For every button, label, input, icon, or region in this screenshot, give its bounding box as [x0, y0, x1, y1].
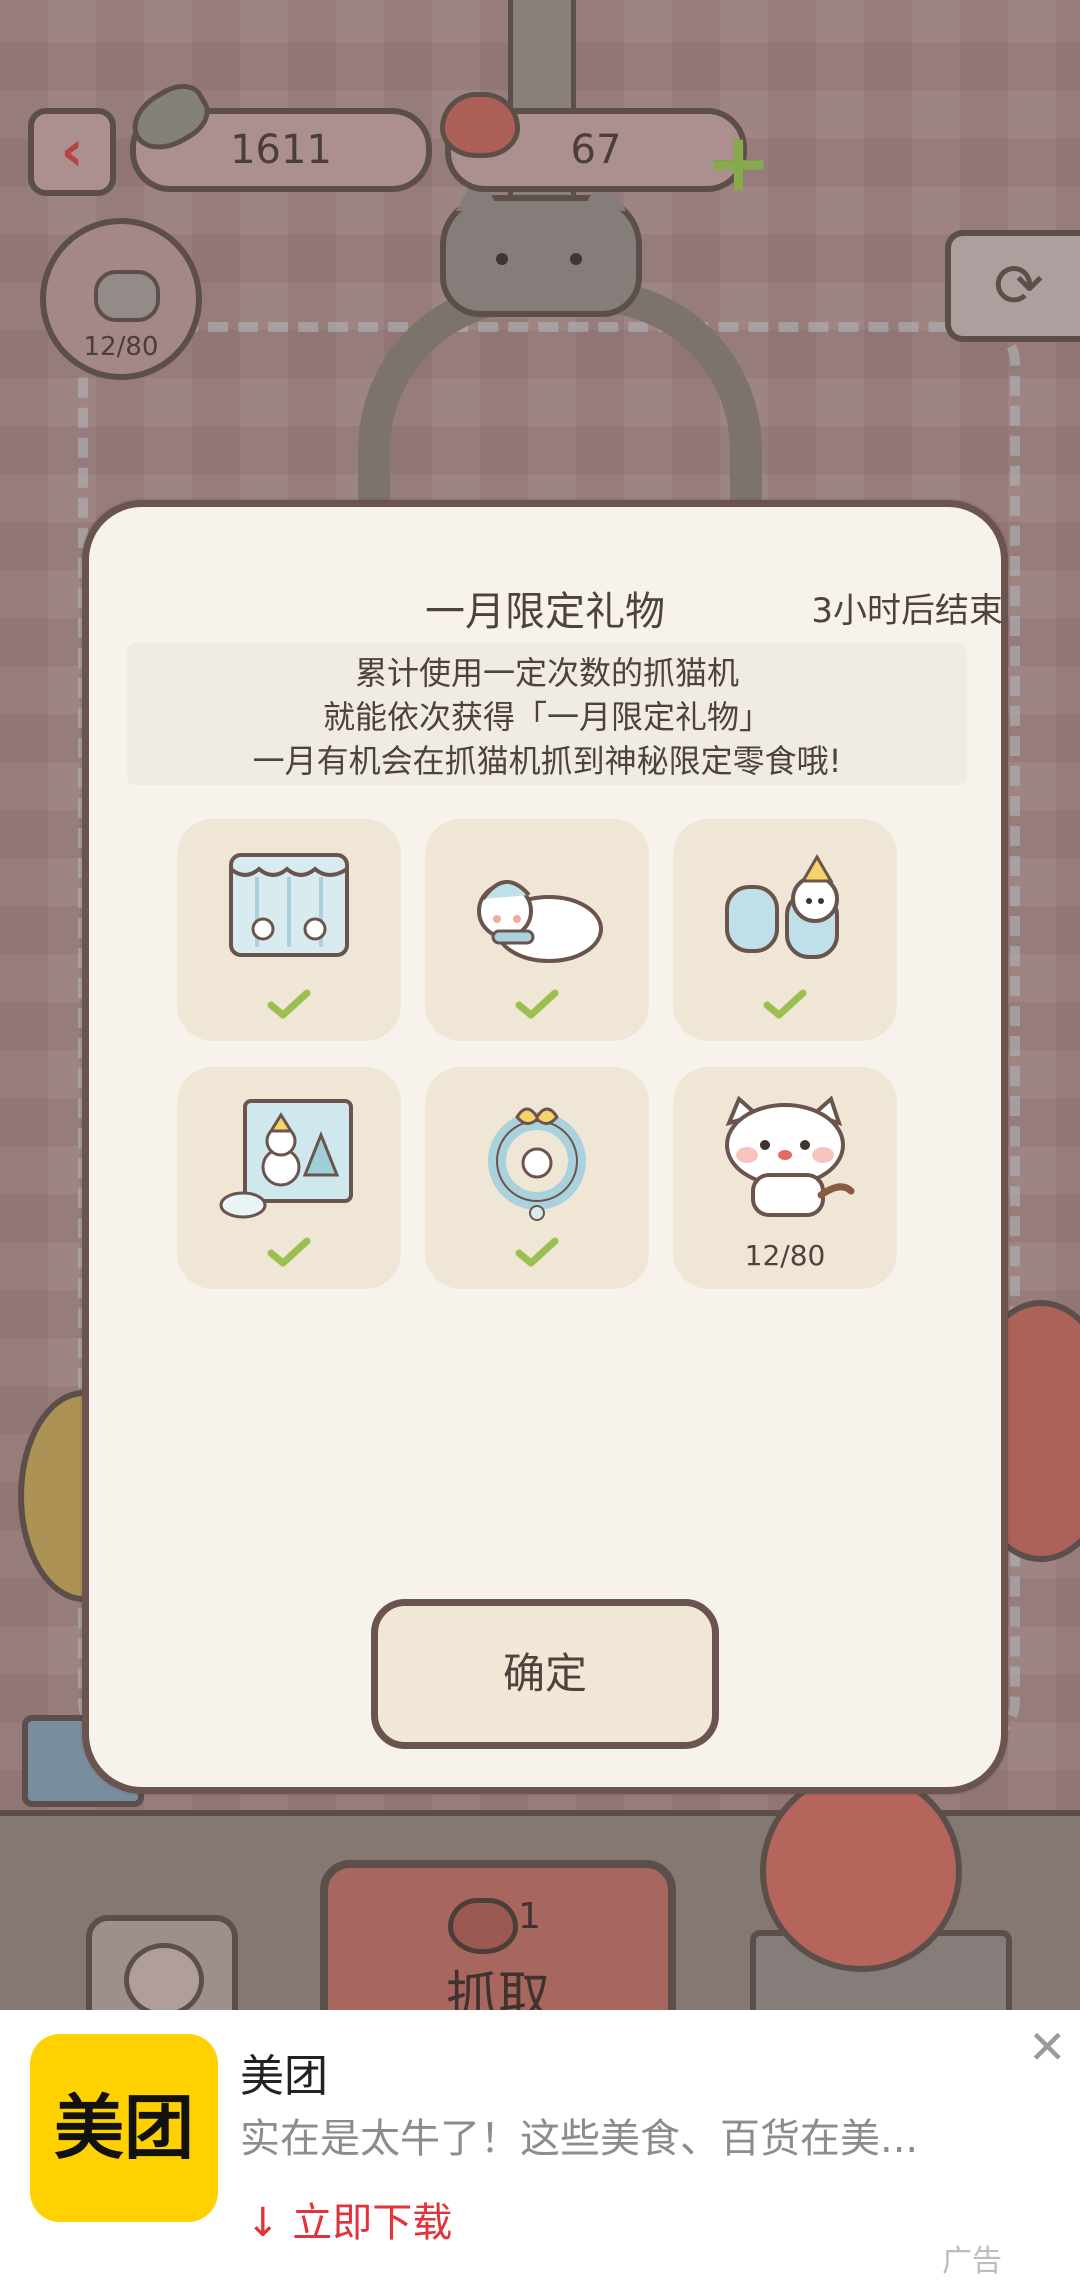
ad-download-link[interactable]: ↓ 立即下载 [246, 2190, 452, 2248]
ad-title[interactable]: 美团 [240, 2040, 328, 2104]
gift-card-snowman[interactable] [425, 819, 649, 1041]
ad-label: 广告 [942, 2244, 1002, 2279]
gift-card-wreath[interactable] [425, 1067, 649, 1289]
meituan-logo[interactable]: 美团 [30, 2034, 218, 2222]
check-icon [267, 1237, 311, 1267]
gift-grid: 12/80 [177, 819, 907, 1289]
limited-gift-dialog: 一月限定礼物 3小时后结束 累计使用一定次数的抓猫机 就能依次获得「一月限定礼物… [82, 500, 1008, 1794]
white-cat-icon [725, 1095, 855, 1217]
description-line: 一月有机会在抓猫机抓到神秘限定零食哦! [252, 742, 842, 780]
curtain-icon [229, 853, 349, 957]
mittens-icon [725, 854, 839, 959]
check-icon [515, 1237, 559, 1267]
gift-card-painting[interactable] [177, 1067, 401, 1289]
description-line: 累计使用一定次数的抓猫机 [354, 654, 739, 692]
sleeping-snowman-icon [477, 879, 603, 963]
wreath-icon [488, 1107, 586, 1221]
gift-card-curtain[interactable] [177, 819, 401, 1041]
ad-banner[interactable]: 美团 美团 实在是太牛了！这些美食、百货在美... ↓ 立即下载 ✕ 广告 [0, 2010, 1080, 2280]
snow-painting-icon [219, 1099, 353, 1219]
event-timer: 3小时后结束 [811, 591, 1003, 631]
dialog-description: 累计使用一定次数的抓猫机 就能依次获得「一月限定礼物」 一月有机会在抓猫机抓到神… [127, 643, 967, 785]
check-icon [267, 989, 311, 1019]
cat-collection-progress: 12/80 [744, 1239, 826, 1272]
description-line: 就能依次获得「一月限定礼物」 [322, 698, 771, 736]
confirm-button[interactable]: 确定 [371, 1599, 719, 1749]
close-icon[interactable]: ✕ [1028, 2024, 1067, 2070]
check-icon [763, 989, 807, 1019]
gift-card-mittens[interactable] [673, 819, 897, 1041]
check-icon [515, 989, 559, 1019]
ad-description[interactable]: 实在是太牛了！这些美食、百货在美... [240, 2106, 918, 2164]
gift-card-white-cat[interactable]: 12/80 [673, 1067, 897, 1289]
